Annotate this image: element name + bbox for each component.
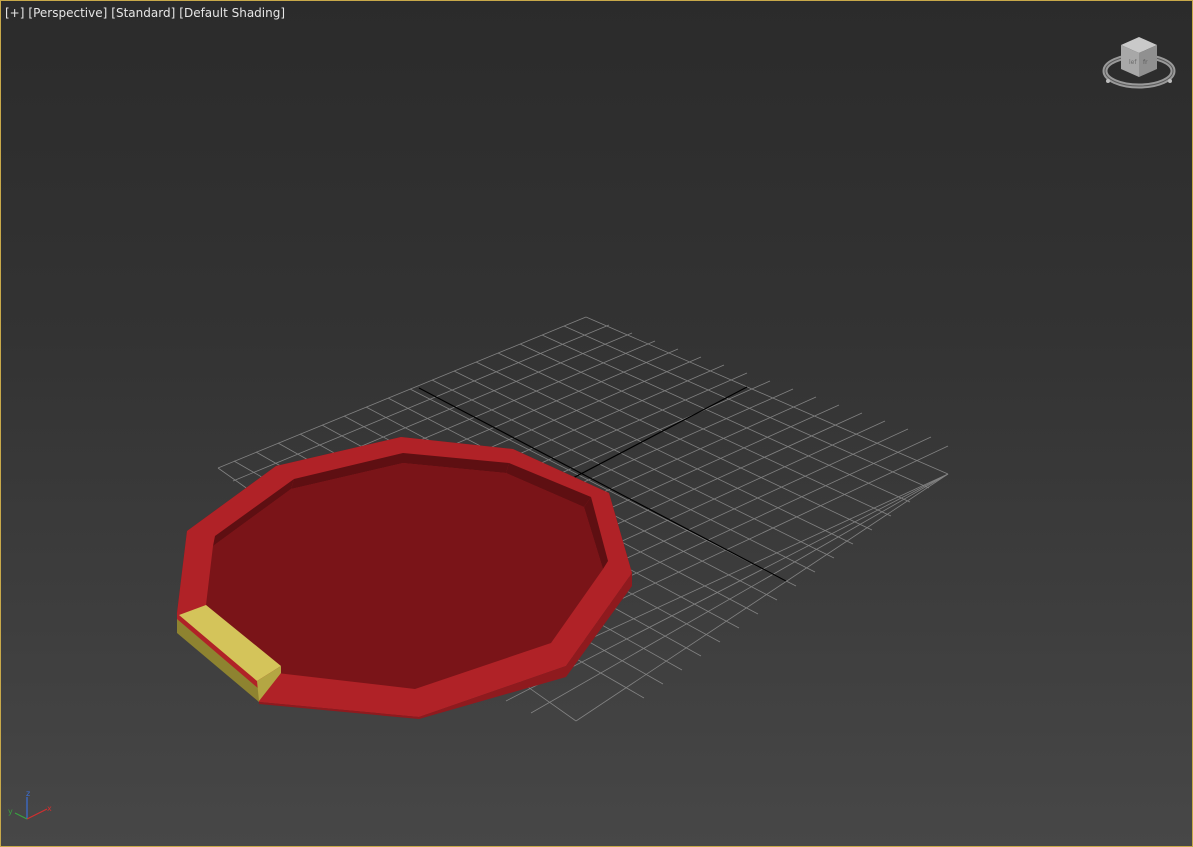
axis-x-label: x: [47, 804, 52, 813]
scene-canvas[interactable]: [1, 1, 1193, 847]
perspective-viewport[interactable]: [+] [Perspective] [Standard] [Default Shadi…: [0, 0, 1193, 847]
axis-y-label: y: [8, 807, 13, 816]
svg-text:fr: fr: [1143, 59, 1148, 66]
decagon-ring-object[interactable]: [177, 437, 632, 719]
svg-text:lef: lef: [1129, 59, 1137, 66]
axis-tripod-icon: z x y: [8, 791, 52, 820]
axis-z-label: z: [26, 791, 30, 798]
viewcube-icon[interactable]: lef fr: [1099, 31, 1179, 97]
